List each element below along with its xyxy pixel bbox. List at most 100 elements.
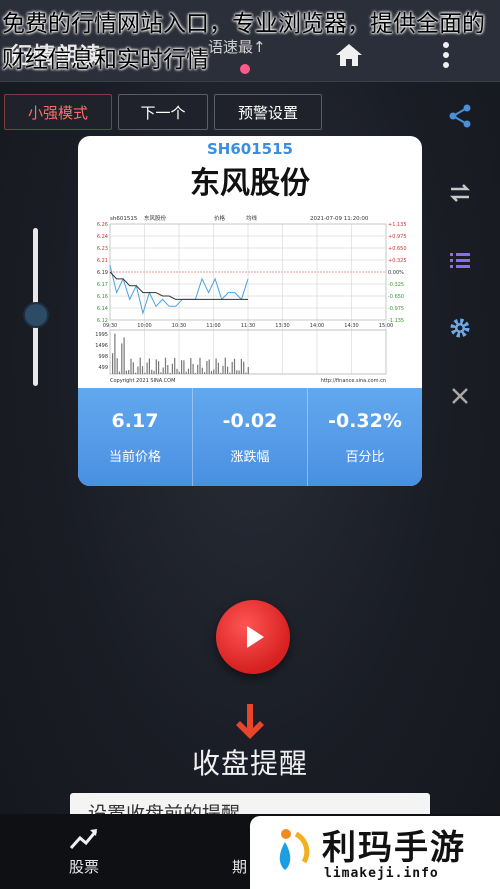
chart-footer-left: Copyright 2021 SINA.COM [110,378,175,384]
chart-y-tick-label: 6.24 [97,234,108,240]
chart-volume-bar [224,357,226,374]
chart-x-tick-label: 15:00 [379,323,393,329]
next-button[interactable]: 下一个 [118,94,208,130]
site-watermark: 利玛手游 limakeji.info [250,816,500,889]
stock-card: SH601515 东风股份 sh601515 东风股份 价格 均线 2021-07-09… [78,136,422,486]
chart-y-right-tick-label: -0.975 [388,306,404,312]
nav-item-stocks[interactable]: 股票 [44,814,124,889]
chart-volume-bar [135,372,137,374]
alert-settings-button[interactable]: 预警设置 [214,94,322,130]
chart-volume-bar [158,361,160,374]
chart-volume-bar [155,359,157,374]
chart-volume-bar [151,369,153,374]
chart-volume-bar [227,366,229,374]
close-button[interactable] [440,376,480,416]
repeat-button[interactable] [440,173,480,213]
play-button[interactable] [216,600,290,674]
share-icon [449,104,471,128]
chart-header-text: 东风股份 [144,214,167,222]
price-value: 6.17 [111,410,159,432]
chart-y-right-tick-label: +0.975 [388,234,407,240]
chart-volume-bar [210,371,213,374]
chart-volume-bar [233,358,236,374]
chart-header-text: 价格 [214,214,226,222]
repeat-icon [449,184,471,202]
chart-volume-bar [229,372,231,374]
chart-volume-bar [164,357,167,374]
chart-volume-bar [201,367,203,374]
change-label: 涨跌幅 [230,450,270,465]
chart-volume-bar [125,370,127,374]
chart-volume-bar [208,359,210,374]
chart-x-tick-label: 10:30 [172,323,186,329]
close-icon [452,388,468,404]
chart-volume-bar [169,372,171,374]
playlist-button[interactable] [440,240,480,280]
chart-x-tick-label: 09:30 [103,323,117,329]
play-icon [247,626,264,648]
chart-volume-bar [116,358,118,374]
percent-stat: -0.32% 百分比 [307,388,422,486]
change-value: -0.02 [222,410,278,432]
chart-y-right-tick-label: -0.325 [388,282,404,288]
chart-x-tick-label: 14:30 [344,323,358,329]
mode-button-xiaoqiang[interactable]: 小强模式 [4,94,112,130]
watermark-url: limakeji.info [324,866,439,881]
chart-volume-bar [192,363,194,374]
chart-volume-bar [238,370,240,374]
chart-volume-bar [148,358,150,374]
chart-volume-bar [128,370,130,374]
chart-volume-bar [206,361,208,374]
chart-volume-tick-label: 998 [98,354,108,360]
chart-y-tick-label: 6.16 [97,294,108,300]
chart-volume-bar [187,368,190,374]
chart-volume-bar [213,369,215,374]
chart-volume-bar [153,370,155,374]
chart-volume-bar [167,364,169,374]
chart-header-text: sh601515 [110,216,138,222]
chart-y-right-tick-label: +0.650 [388,246,407,252]
trend-up-icon [69,829,98,850]
chart-volume-bar [146,362,148,374]
percent-label: 百分比 [345,450,385,465]
price-stat: 6.17 当前价格 [78,388,192,486]
chart-x-tick-label: 11:30 [241,323,255,329]
settings-button[interactable] [440,308,480,348]
price-label: 当前价格 [108,450,161,465]
chart-footer-right: http://finance.sina.com.cn [321,378,386,384]
chart-volume-bar [181,360,183,374]
arrow-down-icon [236,704,264,739]
change-stat: -0.02 涨跌幅 [192,388,307,486]
chart-volume-bar [162,367,164,374]
chart-x-tick-label: 14:00 [310,323,324,329]
chart-y-tick-label: 6.17 [97,282,108,288]
chart-volume-bar [222,365,224,374]
chart-volume-bar [220,372,222,374]
chart-volume-bar [199,357,201,374]
chart-volume-bar [176,368,178,374]
chart-x-tick-label: 13:30 [275,323,289,329]
chart-header-text: 2021-07-09 11:20:00 [310,216,369,222]
chart-volume-bar [174,358,176,374]
stock-name: 东风股份 [190,166,310,201]
stock-stats: 6.17 当前价格 -0.02 涨跌幅 -0.32% 百分比 [78,388,422,486]
chart-volume-bar [132,362,134,374]
chart-y-right-tick-label: +0.325 [388,258,407,264]
share-button[interactable] [440,96,480,136]
chart-y-right-tick-label: -0.650 [388,294,404,300]
chart-volume-bar [123,337,125,374]
chart-volume-bar [141,366,144,374]
gear-icon [450,318,470,338]
chart-y-tick-label: 6.26 [97,222,108,228]
chart-volume-bar [190,357,192,374]
chart-volume-bar [118,371,121,374]
watermark-name: 利玛手游 [322,828,466,868]
chart-volume-bar [243,361,245,374]
chart-volume-bar [236,370,238,374]
chart-header-text: 均线 [246,214,258,222]
speed-slider-thumb[interactable] [23,301,49,328]
overlay-headline: 免费的行情网站入口，专业浏览器，提供全面的财经信息和实时行情 [2,11,485,73]
chart-volume-bar [160,372,162,374]
chart-volume-bar [137,366,139,374]
chart-volume-tick-label: 1496 [95,343,108,349]
